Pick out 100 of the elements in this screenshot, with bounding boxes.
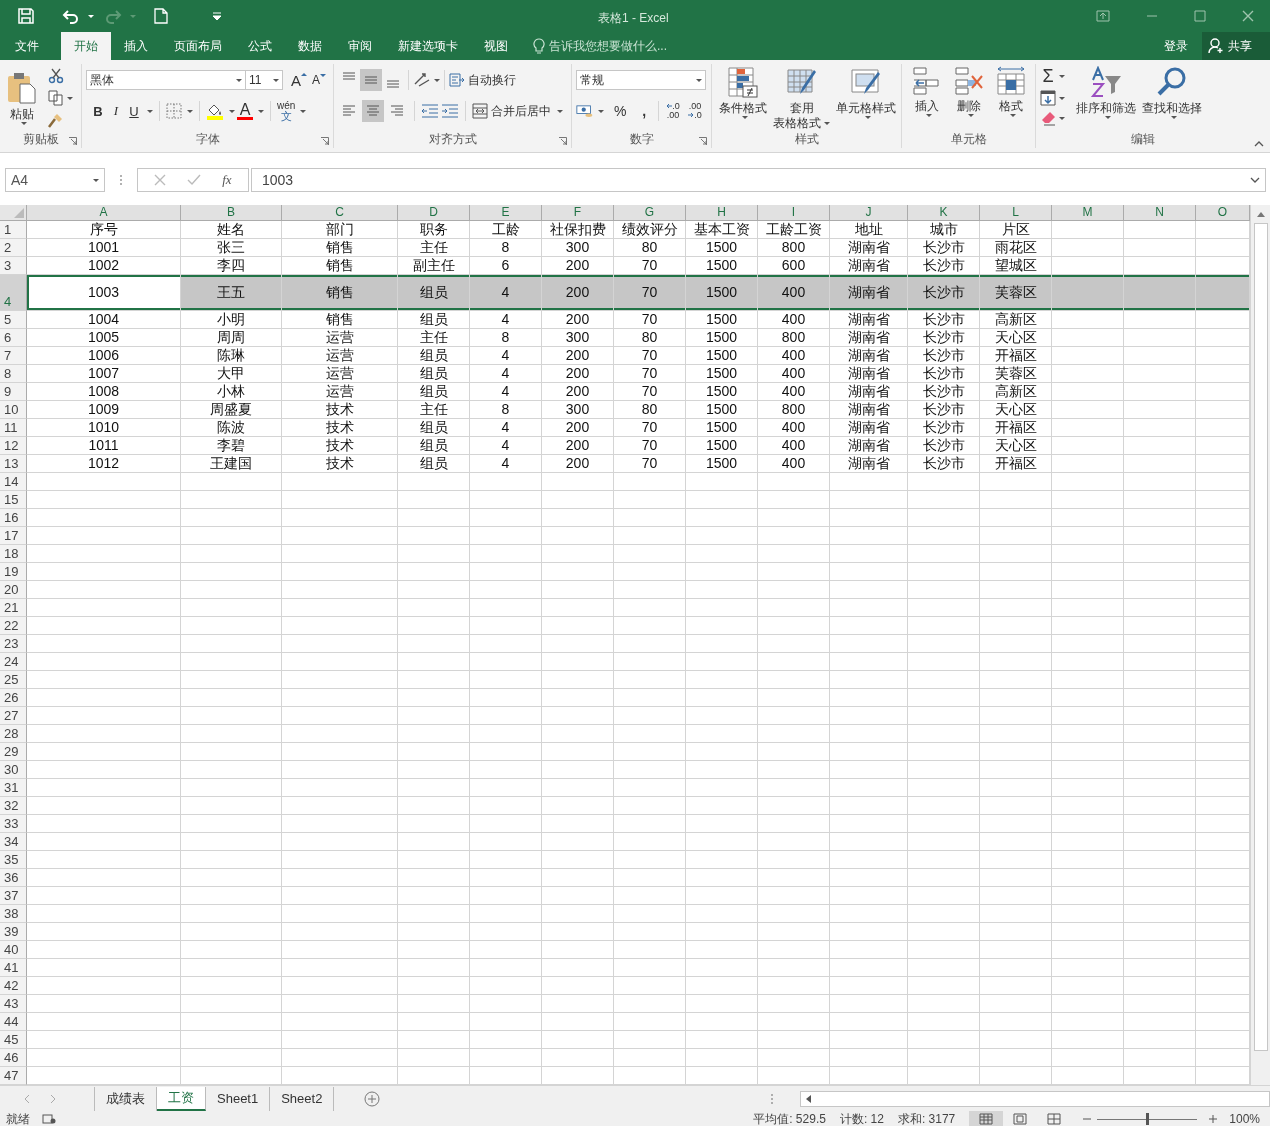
caret-icon[interactable] [258, 109, 264, 113]
scroll-thumb[interactable] [1253, 223, 1268, 1051]
dialog-launcher-icon[interactable] [69, 137, 77, 145]
row-header[interactable]: 20 [0, 581, 27, 599]
underline-button[interactable]: U [126, 100, 142, 122]
bold-button[interactable]: B [90, 100, 106, 122]
row-header[interactable]: 6 [0, 329, 27, 347]
row-header[interactable]: 15 [0, 491, 27, 509]
share-button[interactable]: 共享 [1202, 32, 1270, 60]
row-header[interactable]: 45 [0, 1031, 27, 1049]
decrease-decimal-button[interactable]: .00 .0 [687, 100, 703, 122]
comma-style-button[interactable]: , [636, 100, 653, 122]
macro-record-icon[interactable] [42, 1114, 56, 1124]
maximize-icon[interactable] [1194, 10, 1206, 22]
row-header[interactable]: 31 [0, 779, 27, 797]
orientation-icon[interactable] [413, 72, 431, 88]
insert-function-button[interactable]: fx [222, 172, 232, 188]
formula-field[interactable]: 1003 [251, 168, 1266, 192]
sheet-tab[interactable]: Sheet2 [270, 1086, 335, 1111]
row-header[interactable]: 47 [0, 1067, 27, 1085]
number-format-dropdown[interactable]: 常规 [576, 70, 706, 90]
row-header[interactable]: 19 [0, 563, 27, 581]
grow-font-button[interactable]: A [291, 69, 307, 91]
ribbon-tab[interactable]: 视图 [471, 32, 521, 60]
caret-icon[interactable] [187, 109, 193, 113]
format-painter-icon[interactable] [48, 112, 64, 128]
sign-in-link[interactable]: 登录 [1164, 32, 1188, 60]
normal-view-button[interactable] [969, 1111, 1004, 1126]
column-header[interactable]: O [1196, 205, 1250, 221]
column-header[interactable]: B [181, 205, 282, 221]
row-header[interactable]: 14 [0, 473, 27, 491]
row-header[interactable]: 28 [0, 725, 27, 743]
row-header[interactable]: 41 [0, 959, 27, 977]
row-header[interactable]: 38 [0, 905, 27, 923]
row-header[interactable]: 29 [0, 743, 27, 761]
font-name-dropdown[interactable]: 黑体 [86, 70, 246, 90]
fill-down-icon[interactable] [1040, 90, 1056, 106]
eraser-icon[interactable] [1040, 110, 1056, 126]
format-cells-button[interactable]: 格式 [990, 66, 1032, 117]
name-box[interactable]: A4 [5, 168, 105, 192]
dialog-launcher-icon[interactable] [559, 137, 567, 145]
caret-icon[interactable] [1059, 116, 1065, 120]
zoom-in-icon[interactable] [1209, 1115, 1218, 1123]
row-header[interactable]: 4 [0, 275, 27, 311]
undo-icon[interactable] [62, 8, 80, 24]
save-icon[interactable] [18, 8, 34, 24]
sheet-tab[interactable]: 工资 [157, 1086, 206, 1111]
column-header[interactable]: N [1124, 205, 1196, 221]
find-select-button[interactable]: 查找和选择 [1139, 66, 1205, 119]
caret-icon[interactable] [1059, 74, 1065, 78]
customize-icon[interactable] [212, 12, 222, 20]
scroll-up-icon[interactable] [1256, 211, 1265, 217]
row-header[interactable]: 25 [0, 671, 27, 689]
row-header[interactable]: 37 [0, 887, 27, 905]
merge-center-button[interactable]: 合并后居中 [472, 102, 563, 120]
row-header[interactable]: 34 [0, 833, 27, 851]
insert-cells-button[interactable]: 插入 [906, 66, 948, 117]
phonetic-guide-button[interactable]: wén 文 [277, 100, 296, 122]
ribbon-tab[interactable]: 页面布局 [161, 32, 235, 60]
row-header[interactable]: 33 [0, 815, 27, 833]
row-header[interactable]: 24 [0, 653, 27, 671]
font-color-button[interactable]: A [237, 102, 253, 120]
row-header[interactable]: 26 [0, 689, 27, 707]
font-size-dropdown[interactable]: 11 [245, 70, 283, 90]
row-header[interactable]: 46 [0, 1049, 27, 1067]
row-header[interactable]: 13 [0, 455, 27, 473]
row-header[interactable]: 3 [0, 257, 27, 275]
ribbon-tab[interactable]: 数据 [285, 32, 335, 60]
more-icon[interactable] [119, 174, 123, 186]
row-header[interactable]: 27 [0, 707, 27, 725]
row-header[interactable]: 17 [0, 527, 27, 545]
wrap-text-button[interactable]: 自动换行 [449, 71, 516, 89]
row-header[interactable]: 8 [0, 365, 27, 383]
ribbon-tab[interactable]: 文件 [0, 32, 53, 60]
row-header[interactable]: 12 [0, 437, 27, 455]
ribbon-tab[interactable]: 审阅 [335, 32, 385, 60]
row-header[interactable]: 43 [0, 995, 27, 1013]
row-header[interactable]: 23 [0, 635, 27, 653]
ribbon-tab[interactable]: 新建选项卡 [385, 32, 471, 60]
autosum-button[interactable]: Σ [1040, 66, 1056, 86]
expand-icon[interactable] [1250, 177, 1260, 183]
percent-button[interactable]: % [612, 100, 629, 122]
increase-decimal-button[interactable]: .0 .00 [665, 100, 681, 122]
delete-cells-button[interactable]: 删除 [948, 66, 990, 117]
column-header[interactable]: E [470, 205, 542, 221]
italic-button[interactable]: I [108, 100, 124, 122]
paste-button[interactable]: 粘贴 [4, 69, 40, 125]
column-header[interactable]: K [908, 205, 980, 221]
caret-icon[interactable] [598, 109, 605, 113]
row-header[interactable]: 16 [0, 509, 27, 527]
slider-thumb[interactable] [1146, 1113, 1150, 1125]
borders-icon[interactable] [166, 103, 182, 119]
add-sheet-icon[interactable] [364, 1090, 381, 1107]
column-header[interactable]: G [614, 205, 686, 221]
caret-icon[interactable] [147, 109, 153, 113]
currency-icon[interactable] [576, 103, 594, 119]
zoom-out-icon[interactable] [1083, 1115, 1092, 1123]
column-header[interactable]: J [830, 205, 908, 221]
column-header[interactable]: I [758, 205, 830, 221]
shrink-font-button[interactable]: A [311, 69, 327, 91]
